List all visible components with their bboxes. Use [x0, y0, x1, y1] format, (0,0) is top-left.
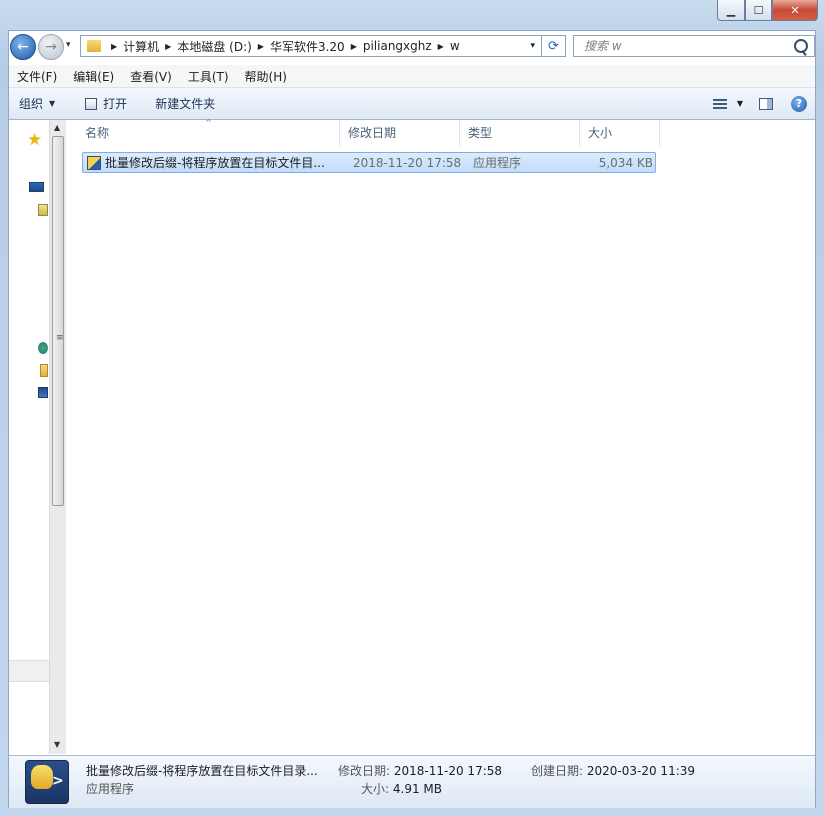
- details-file-type: 应用程序: [86, 782, 135, 796]
- column-header-date[interactable]: 修改日期: [340, 120, 460, 146]
- address-bar[interactable]: ▶ 计算机 ▶ 本地磁盘 (D:) ▶ 华军软件3.20 ▶ piliangxg…: [80, 35, 542, 57]
- network-icon[interactable]: [38, 342, 48, 354]
- file-modified-date: 2018-11-20 17:58: [353, 155, 462, 170]
- file-size: 5,034 KB: [598, 155, 653, 170]
- breadcrumb-separator[interactable]: ▶: [351, 42, 357, 51]
- file-list: ^ 名称 修改日期 类型 大小 批量修改后缀-将程序放置在目标文件目... 20…: [67, 118, 815, 754]
- search-icon[interactable]: [794, 39, 808, 53]
- details-pane: 批量修改后缀-将程序放置在目标文件目录... 应用程序 修改日期: 2018-1…: [9, 755, 815, 808]
- breadcrumb-separator[interactable]: ▶: [438, 42, 444, 51]
- address-dropdown[interactable]: ▾: [530, 41, 535, 51]
- details-modified: 修改日期: 2018-11-20 17:58: [338, 762, 502, 779]
- menu-edit[interactable]: 编辑(E): [65, 68, 122, 85]
- menu-bar: 文件(F) 编辑(E) 查看(V) 工具(T) 帮助(H): [9, 65, 815, 88]
- breadcrumb-separator[interactable]: ▶: [258, 42, 264, 51]
- forward-button[interactable]: →: [38, 34, 64, 60]
- recent-pages-dropdown[interactable]: ▾: [66, 40, 71, 50]
- new-folder-label: 新建文件夹: [155, 97, 216, 111]
- details-modified-value: 2018-11-20 17:58: [393, 764, 503, 778]
- chevron-down-icon: ▼: [49, 99, 56, 108]
- favorites-star-icon[interactable]: ★: [27, 130, 42, 150]
- breadcrumb-separator[interactable]: ▶: [111, 42, 117, 51]
- scroll-up-arrow[interactable]: ▲: [54, 123, 60, 132]
- preview-pane-icon[interactable]: [759, 97, 773, 110]
- details-size-label: 大小:: [361, 782, 390, 796]
- computer-icon[interactable]: [38, 387, 48, 398]
- breadcrumb-local-disk[interactable]: 本地磁盘 (D:): [177, 38, 251, 55]
- close-button[interactable]: ✕: [772, 0, 818, 21]
- details-size-value: 4.91 MB: [392, 782, 442, 796]
- details-created-value: 2020-03-20 11:39: [586, 764, 696, 778]
- libraries-icon[interactable]: [38, 204, 48, 216]
- command-bar: 组织 ▼ 打开 新建文件夹 ▼ ?: [9, 88, 815, 120]
- details-modified-label: 修改日期:: [338, 764, 391, 778]
- breadcrumb-separator[interactable]: ▶: [165, 42, 171, 51]
- details-size: 大小: 4.91 MB: [361, 780, 442, 797]
- breadcrumb-huajun[interactable]: 华军软件3.20: [270, 38, 345, 55]
- column-header-type[interactable]: 类型: [460, 120, 580, 146]
- navigation-scrollbar[interactable]: ▲ ≡ ▼: [49, 120, 66, 754]
- menu-help[interactable]: 帮助(H): [237, 68, 295, 85]
- column-headers: 名称 修改日期 类型 大小: [77, 120, 660, 146]
- desktop-icon[interactable]: [29, 182, 44, 192]
- breadcrumb-computer[interactable]: 计算机: [123, 38, 159, 55]
- folder-icon: [87, 40, 101, 52]
- scrollbar-thumb[interactable]: ≡: [52, 136, 64, 506]
- open-button[interactable]: 打开: [75, 95, 137, 112]
- nav-pane-scroll-corner: [9, 660, 49, 682]
- open-label: 打开: [103, 97, 128, 111]
- details-created: 创建日期: 2020-03-20 11:39: [531, 762, 695, 779]
- details-file-name: 批量修改后缀-将程序放置在目标文件目录...: [86, 764, 318, 778]
- navigation-pane: ★: [9, 120, 49, 754]
- menu-view[interactable]: 查看(V): [122, 68, 180, 85]
- command-bar-right: ▼ ?: [712, 88, 815, 119]
- refresh-button[interactable]: ⟳: [542, 35, 566, 57]
- explorer-window: ▁ ☐ ✕ ← → ▾ ▶ 计算机 ▶ 本地磁盘 (D:) ▶ 华军软件3.20…: [0, 0, 824, 816]
- scrollbar-grip-icon: ≡: [56, 333, 64, 343]
- application-icon: [87, 155, 101, 170]
- menu-file[interactable]: 文件(F): [9, 68, 65, 85]
- file-row[interactable]: 批量修改后缀-将程序放置在目标文件目... 2018-11-20 17:58 应…: [82, 152, 656, 173]
- scroll-down-arrow[interactable]: ▼: [54, 740, 60, 749]
- minimize-button[interactable]: ▁: [717, 0, 745, 21]
- back-button[interactable]: ←: [10, 34, 36, 60]
- breadcrumb-piliangxghz[interactable]: piliangxghz: [363, 39, 432, 53]
- maximize-button[interactable]: ☐: [745, 0, 772, 21]
- file-type: 应用程序: [473, 156, 522, 170]
- new-folder-button[interactable]: 新建文件夹: [145, 95, 225, 112]
- details-created-label: 创建日期:: [531, 764, 584, 778]
- open-icon: [85, 97, 98, 110]
- breadcrumb-w[interactable]: w: [450, 39, 460, 53]
- help-icon[interactable]: ?: [791, 95, 807, 112]
- view-options-chevron-icon[interactable]: ▼: [737, 99, 743, 108]
- folder-icon[interactable]: [40, 364, 48, 377]
- navigation-row: ← → ▾ ▶ 计算机 ▶ 本地磁盘 (D:) ▶ 华军软件3.20 ▶ pil…: [8, 32, 816, 60]
- caption-buttons: ▁ ☐ ✕: [717, 0, 818, 21]
- menu-tools[interactable]: 工具(T): [180, 68, 237, 85]
- application-large-icon: [25, 760, 69, 804]
- column-header-name[interactable]: 名称: [77, 120, 340, 146]
- search-input[interactable]: [582, 38, 786, 54]
- file-name: 批量修改后缀-将程序放置在目标文件目...: [105, 156, 325, 170]
- search-box[interactable]: [573, 35, 815, 57]
- organize-label: 组织: [19, 97, 44, 111]
- change-view-icon[interactable]: [712, 98, 727, 109]
- column-header-size[interactable]: 大小: [580, 120, 660, 146]
- organize-button[interactable]: 组织 ▼: [9, 95, 65, 112]
